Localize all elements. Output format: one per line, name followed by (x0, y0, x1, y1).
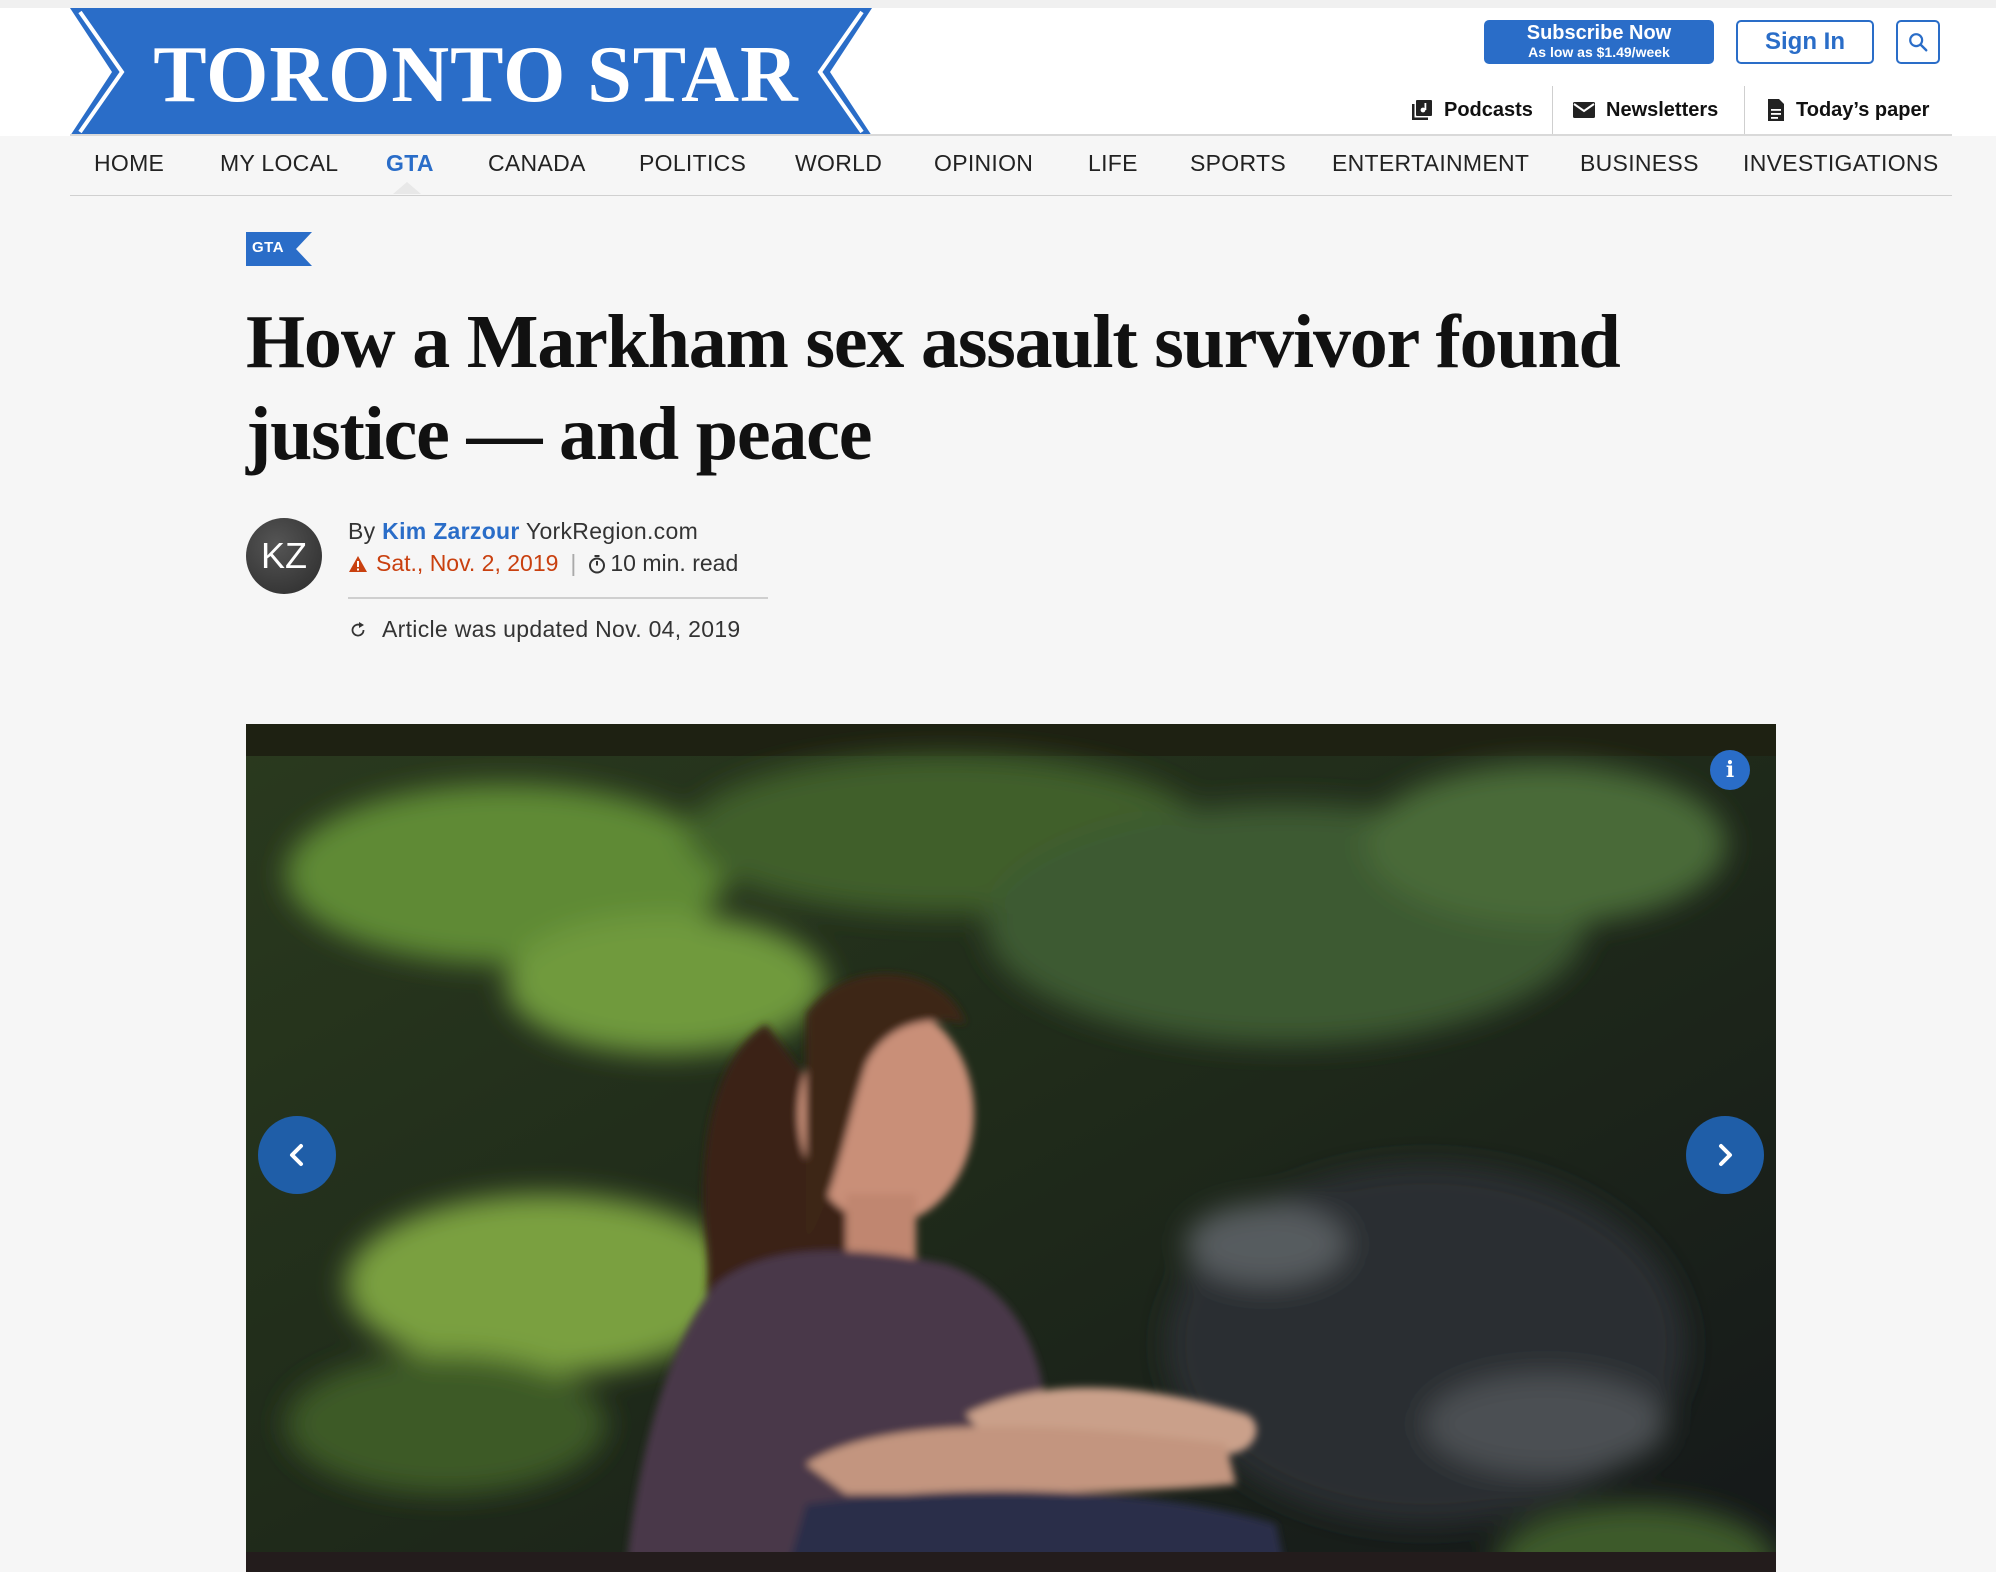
nav-item-life[interactable]: LIFE (1088, 150, 1138, 177)
newsletters-label: Newsletters (1606, 98, 1719, 121)
author-avatar[interactable]: KZ (246, 518, 322, 594)
top-strip (0, 0, 1996, 8)
nav-item-entertainment[interactable]: ENTERTAINMENT (1332, 150, 1529, 177)
photo-carousel[interactable]: i (246, 724, 1776, 1572)
active-nav-indicator (393, 182, 421, 194)
section-tag[interactable]: GTA (246, 232, 312, 266)
byline: By Kim Zarzour YorkRegion.com (348, 518, 698, 545)
document-icon (1766, 98, 1786, 122)
nav-item-opinion[interactable]: OPINION (934, 150, 1033, 177)
publish-date: Sat., Nov. 2, 2019 (348, 550, 558, 577)
read-time-text: 10 min. read (610, 550, 739, 576)
stopwatch-icon (589, 554, 606, 573)
section-tag-label: GTA (252, 239, 285, 256)
publish-date-text: Sat., Nov. 2, 2019 (376, 550, 559, 576)
chevron-right-icon (1719, 1144, 1732, 1166)
byline-divider (348, 597, 768, 599)
nav-item-sports[interactable]: SPORTS (1190, 150, 1286, 177)
newsletters-link[interactable]: Newsletters (1572, 88, 1718, 132)
refresh-icon (348, 620, 368, 640)
carousel-prev-button[interactable] (258, 1116, 336, 1194)
sign-in-button[interactable]: Sign In (1736, 20, 1874, 64)
nav-item-canada[interactable]: CANADA (488, 150, 586, 177)
nav-item-politics[interactable]: POLITICS (639, 150, 746, 177)
info-icon: i (1725, 757, 1735, 783)
nav-item-business[interactable]: BUSINESS (1580, 150, 1699, 177)
todays-paper-label: Today’s paper (1796, 98, 1930, 121)
podcasts-label: Podcasts (1444, 98, 1533, 121)
byline-source: YorkRegion.com (525, 518, 699, 544)
article-updated: Article was updated Nov. 04, 2019 (348, 616, 741, 643)
info-button[interactable]: i (1710, 750, 1750, 790)
nav-item-investigations[interactable]: INVESTIGATIONS (1743, 150, 1938, 177)
article-photo (246, 724, 1776, 1572)
byline-prefix: By (348, 518, 376, 544)
nav-item-home[interactable]: HOME (94, 150, 164, 177)
read-time: 10 min. read (588, 550, 738, 577)
nav-item-gta[interactable]: GTA (386, 150, 434, 177)
nav-item-my-local[interactable]: MY LOCAL (220, 150, 338, 177)
alert-icon (349, 555, 367, 572)
nav-item-world[interactable]: WORLD (795, 150, 882, 177)
subscribe-subtitle: As low as $1.49/week (1528, 44, 1670, 60)
utility-divider (1552, 86, 1553, 134)
article-headline: How a Markham sex assault survivor found… (246, 300, 1621, 476)
todays-paper-link[interactable]: Today’s paper (1766, 88, 1929, 132)
subscribe-button[interactable]: Subscribe Now As low as $1.49/week (1484, 20, 1714, 64)
podcast-icon (1410, 98, 1434, 122)
carousel-next-button[interactable] (1686, 1116, 1764, 1194)
logo-wordmark: TORONTO STAR (153, 30, 799, 119)
chevron-left-icon (290, 1144, 303, 1166)
updated-text: Article was updated Nov. 04, 2019 (382, 616, 741, 642)
mail-icon (1572, 100, 1596, 120)
author-link[interactable]: Kim Zarzour (382, 518, 519, 544)
site-logo[interactable]: TORONTO STAR (70, 8, 872, 136)
podcasts-link[interactable]: Podcasts (1410, 88, 1533, 132)
utility-divider (1744, 86, 1745, 134)
search-icon (1909, 33, 1928, 52)
subscribe-title: Subscribe Now (1526, 22, 1672, 44)
meta-divider: | (570, 550, 577, 576)
article-meta: Sat., Nov. 2, 2019 | 10 min. read (348, 550, 738, 577)
search-button[interactable] (1896, 20, 1940, 64)
main-nav: HOME MY LOCAL GTA CANADA POLITICS WORLD … (70, 134, 1952, 196)
